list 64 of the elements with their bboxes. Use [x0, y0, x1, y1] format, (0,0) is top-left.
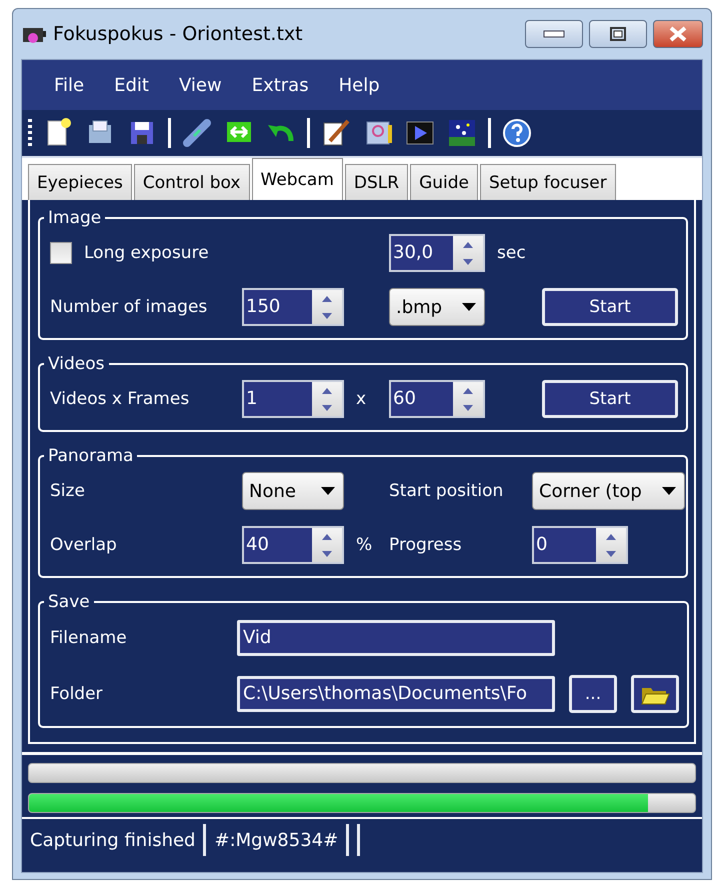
status-text: #:Mgw8534# [214, 830, 338, 850]
group-title: Panorama [47, 446, 134, 466]
caret-icon [462, 303, 476, 311]
number-field[interactable]: 0 [532, 526, 628, 564]
start-button[interactable]: Start [542, 288, 678, 326]
checkbox-label: Long exposure [84, 243, 209, 263]
dropdown[interactable]: .bmp [389, 288, 485, 326]
maximize-icon [610, 27, 626, 41]
caret-icon [662, 487, 676, 495]
field-label: Progress [389, 535, 463, 555]
maximize-button[interactable] [589, 20, 647, 48]
minimize-button[interactable] [525, 20, 583, 48]
tab[interactable]: Guide [410, 164, 478, 200]
connector-icon[interactable] [181, 117, 213, 149]
tab[interactable]: Setup focuser [480, 164, 616, 200]
group-title: Videos [47, 354, 106, 374]
dropdown[interactable]: Corner (top [532, 472, 685, 510]
field-label: Start position [389, 481, 504, 501]
number-field[interactable]: 1 [242, 380, 344, 418]
open-folder-button[interactable] [631, 675, 679, 713]
minimize-icon [543, 30, 565, 38]
spin-buttons[interactable] [453, 236, 483, 270]
dropdown[interactable]: None [242, 472, 344, 510]
number-field[interactable]: 30,0 [389, 234, 485, 272]
spin-buttons[interactable] [596, 528, 626, 562]
field-label: Size [50, 481, 86, 501]
spin-buttons[interactable] [453, 382, 483, 416]
tab[interactable]: Webcam [252, 158, 343, 200]
close-icon [669, 26, 687, 42]
menu-item[interactable]: Extras [240, 70, 321, 100]
field-label: Filename [50, 628, 128, 648]
tab[interactable]: Eyepieces [28, 164, 132, 200]
group-title: Save [47, 592, 91, 612]
number-field[interactable]: 40 [242, 526, 344, 564]
window-title: Fokuspokus - Oriontest.txt [53, 23, 304, 45]
spin-buttons[interactable] [312, 382, 342, 416]
browse-button[interactable]: ... [569, 675, 617, 713]
field-label: Videos x Frames [50, 389, 190, 409]
field-label: Folder [50, 684, 104, 704]
field-label: Number of images [50, 297, 208, 317]
tab[interactable]: DSLR [344, 164, 408, 200]
star-field-icon[interactable] [446, 117, 478, 149]
number-field[interactable]: 150 [242, 288, 344, 326]
menu-item[interactable]: View [166, 70, 234, 100]
caret-icon [321, 487, 335, 495]
start-button[interactable]: Start [542, 380, 678, 418]
spin-buttons[interactable] [312, 528, 342, 562]
menu-item[interactable]: File [42, 70, 96, 100]
field-label: % [356, 535, 372, 555]
field-label: x [356, 389, 366, 409]
help-icon[interactable] [501, 117, 533, 149]
folder-field[interactable]: C:\Users\thomas\Documents\Fo [237, 676, 555, 712]
field-label: sec [497, 243, 526, 263]
menu-item[interactable]: Edit [102, 70, 161, 100]
checkbox[interactable] [50, 242, 72, 264]
spin-buttons[interactable] [312, 290, 342, 324]
filename-field[interactable]: Vid [237, 620, 555, 656]
close-button[interactable] [653, 20, 703, 48]
field-label: Overlap [50, 535, 118, 555]
status-text: Capturing finished [30, 830, 196, 850]
tab[interactable]: Control box [134, 164, 250, 200]
number-field[interactable]: 60 [389, 380, 485, 418]
group-title: Image [47, 208, 102, 228]
menu-item[interactable]: Help [326, 70, 392, 100]
